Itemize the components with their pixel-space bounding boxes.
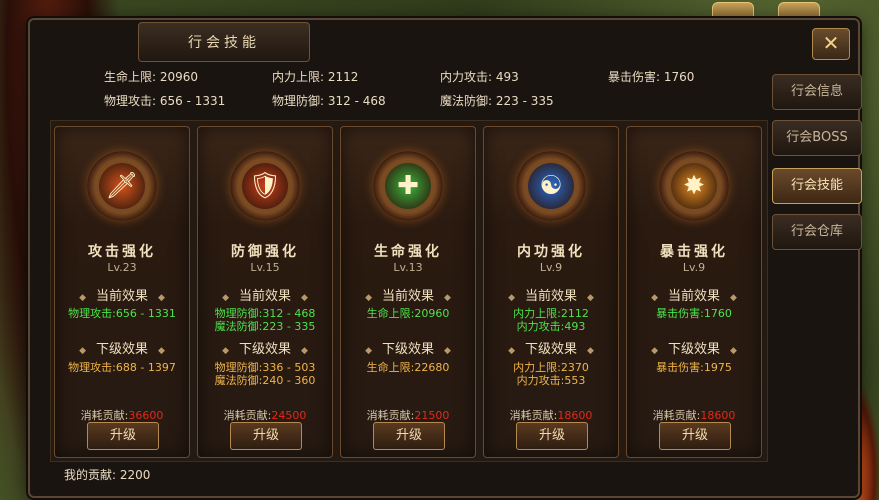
flaming-sword-icon: 🗡 [99, 163, 145, 209]
stat-mp: 内力上限: 2112 [272, 70, 359, 84]
current-effect-line: 魔法防御:223 - 335 [214, 320, 316, 333]
current-effect-heading: ◆ 当前效果 ◆ [508, 289, 594, 304]
skill-card: 🛡 防御强化 Lv.15 ◆ 当前效果 ◆ 物理防御:312 - 468 魔法防御:223 -… [197, 126, 333, 458]
upgrade-button[interactable]: 升级 [516, 422, 588, 450]
window-title: 行会技能 [138, 22, 310, 62]
upgrade-button[interactable]: 升级 [659, 422, 731, 450]
next-effect-heading: ◆ 下级效果 ◆ [222, 342, 308, 357]
skill-level: Lv.15 [250, 261, 280, 274]
skill-title: 防御强化 [231, 244, 299, 260]
stat-phys-attack: 物理攻击: 656 - 1331 [104, 94, 226, 108]
current-effect-heading: ◆ 当前效果 ◆ [79, 289, 165, 304]
skill-level: Lv.9 [682, 261, 706, 274]
skill-level: Lv.23 [107, 261, 137, 274]
stat-hp: 生命上限: 20960 [104, 70, 199, 84]
tab-guild-boss[interactable]: 行会BOSS [772, 120, 862, 156]
skill-icon-frame[interactable]: ☯ [516, 151, 586, 221]
skill-level: Lv.13 [393, 261, 423, 274]
tab-guild-warehouse[interactable]: 行会仓库 [772, 214, 862, 250]
skill-title: 攻击强化 [88, 244, 156, 260]
skill-card: ✚ 生命强化 Lv.13 ◆ 当前效果 ◆ 生命上限:20960 ◆ 下级效果 ◆ 生命上限:226… [340, 126, 476, 458]
stat-inner-attack: 内力攻击: 493 [440, 70, 519, 84]
skill-title: 暴击强化 [660, 244, 728, 260]
next-effect-line: 生命上限:22680 [366, 361, 450, 374]
tab-guild-skills[interactable]: 行会技能 [772, 168, 862, 204]
explosion-icon: ✸ [671, 163, 717, 209]
contribution-cost: 消耗贡献:36600 [80, 409, 164, 422]
skill-card: ✸ 暴击强化 Lv.9 ◆ 当前效果 ◆ 暴击伤害:1760 ◆ 下级效果 ◆ 暴击伤害:1975 消… [626, 126, 762, 458]
next-effect-heading: ◆ 下级效果 ◆ [508, 342, 594, 357]
next-effect-heading: ◆ 下级效果 ◆ [79, 342, 165, 357]
next-effect-heading: ◆ 下级效果 ◆ [365, 342, 451, 357]
contribution-cost: 消耗贡献:24500 [223, 409, 307, 422]
shield-icon: 🛡 [242, 163, 288, 209]
skill-card: 🗡 攻击强化 Lv.23 ◆ 当前效果 ◆ 物理攻击:656 - 1331 ◆ 下级效果 ◆ 物理攻… [54, 126, 190, 458]
meditating-figure-icon: ☯ [528, 163, 574, 209]
skill-icon-frame[interactable]: ✸ [659, 151, 729, 221]
skill-title: 生命强化 [374, 244, 442, 260]
skill-icon-frame[interactable]: 🛡 [230, 151, 300, 221]
health-cross-icon: ✚ [385, 163, 431, 209]
next-effect-line: 魔法防御:240 - 360 [214, 374, 316, 387]
next-effect-line: 内力攻击:553 [516, 374, 586, 387]
current-effect-heading: ◆ 当前效果 ◆ [365, 289, 451, 304]
contribution-cost: 消耗贡献:18600 [509, 409, 593, 422]
current-effect-heading: ◆ 当前效果 ◆ [651, 289, 737, 304]
next-effect-heading: ◆ 下级效果 ◆ [651, 342, 737, 357]
skill-title: 内功强化 [517, 244, 585, 260]
upgrade-button[interactable]: 升级 [230, 422, 302, 450]
current-effect-heading: ◆ 当前效果 ◆ [222, 289, 308, 304]
stat-crit-damage: 暴击伤害: 1760 [608, 70, 695, 84]
close-button[interactable]: ✕ [812, 28, 850, 60]
skill-icon-frame[interactable]: ✚ [373, 151, 443, 221]
next-effect-line: 暴击伤害:1975 [656, 361, 732, 374]
stat-phys-defense: 物理防御: 312 - 468 [272, 94, 386, 108]
upgrade-button[interactable]: 升级 [373, 422, 445, 450]
contribution-cost: 消耗贡献:21500 [366, 409, 450, 422]
next-effect-line: 物理攻击:688 - 1397 [68, 361, 176, 374]
current-effect-line: 生命上限:20960 [366, 307, 450, 320]
tab-guild-info[interactable]: 行会信息 [772, 74, 862, 110]
upgrade-button[interactable]: 升级 [87, 422, 159, 450]
skill-level: Lv.9 [539, 261, 563, 274]
close-icon: ✕ [822, 31, 840, 55]
current-effect-line: 物理攻击:656 - 1331 [68, 307, 176, 320]
my-contribution: 我的贡献: 2200 [64, 468, 151, 482]
current-effect-line: 内力攻击:493 [516, 320, 586, 333]
skill-card: ☯ 内功强化 Lv.9 ◆ 当前效果 ◆ 内力上限:2112 内力攻击:493 ◆ 下级效果 ◆ 内力… [483, 126, 619, 458]
stat-magic-defense: 魔法防御: 223 - 335 [440, 94, 554, 108]
contribution-cost: 消耗贡献:18600 [652, 409, 736, 422]
current-effect-line: 暴击伤害:1760 [656, 307, 732, 320]
stats-panel: 生命上限: 20960 内力上限: 2112 内力攻击: 493 暴击伤害: 1… [74, 62, 754, 112]
skill-icon-frame[interactable]: 🗡 [87, 151, 157, 221]
